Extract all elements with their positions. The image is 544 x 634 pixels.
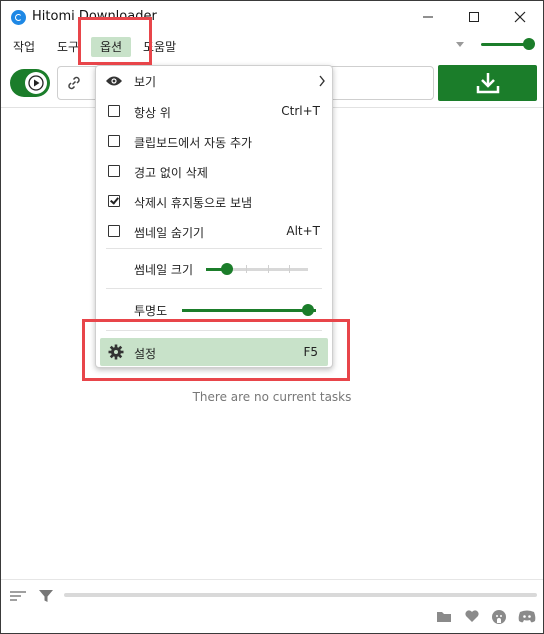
app-logo-icon xyxy=(11,10,26,25)
clipboard-auto-add-label: 클립보드에서 자동 추가 xyxy=(134,136,253,150)
view-label: 보기 xyxy=(134,75,157,89)
send-to-trash-label: 삭제시 휴지통으로 보냄 xyxy=(134,196,253,210)
slider-tick xyxy=(246,265,247,273)
close-button[interactable] xyxy=(497,1,543,33)
empty-tasks-message: There are no current tasks xyxy=(192,390,352,404)
menu-task[interactable]: 작업 xyxy=(13,37,35,57)
horizontal-scrollbar[interactable] xyxy=(64,593,537,597)
menu-tools[interactable]: 도구 xyxy=(57,37,79,57)
menu-divider xyxy=(106,288,322,289)
chevron-down-icon[interactable] xyxy=(456,42,464,47)
filter-icon[interactable] xyxy=(38,588,54,604)
maximize-button[interactable] xyxy=(451,1,497,33)
menu-item-delete-without-warning[interactable]: 경고 없이 삭제 xyxy=(96,157,332,187)
delete-without-warning-checkbox[interactable] xyxy=(108,165,120,177)
app-window: Hitomi Downloader 작업 도구 옵션 도움말 There are… xyxy=(0,0,544,634)
bottom-divider xyxy=(1,579,543,580)
sort-icon[interactable] xyxy=(9,589,27,603)
folder-icon[interactable] xyxy=(436,609,452,623)
download-button[interactable] xyxy=(438,65,537,101)
hide-thumbnail-shortcut: Alt+T xyxy=(286,224,320,238)
annotation-highlight-settings xyxy=(82,319,350,381)
eye-icon xyxy=(106,76,122,86)
menu-item-clipboard-auto-add[interactable]: 클립보드에서 자동 추가 xyxy=(96,127,332,157)
transparency-slider-thumb[interactable] xyxy=(302,304,314,316)
slider-tick xyxy=(268,265,269,273)
clipboard-auto-add-checkbox[interactable] xyxy=(108,135,120,147)
always-on-top-checkbox[interactable] xyxy=(108,105,120,117)
link-icon xyxy=(68,76,80,90)
maximize-icon xyxy=(469,12,479,22)
slider-tick xyxy=(289,265,290,273)
close-icon xyxy=(514,11,526,23)
delete-without-warning-label: 경고 없이 삭제 xyxy=(134,166,208,180)
menu-item-always-on-top[interactable]: 항상 위 Ctrl+T xyxy=(96,97,332,127)
menu-item-view[interactable]: 보기 xyxy=(96,66,332,96)
send-to-trash-checkbox[interactable] xyxy=(108,195,120,207)
transparency-label: 투명도 xyxy=(134,304,168,318)
discord-icon[interactable] xyxy=(518,609,536,623)
menu-item-send-to-trash[interactable]: 삭제시 휴지통으로 보냄 xyxy=(96,187,332,217)
chevron-right-icon xyxy=(319,75,325,87)
opacity-slider-thumb[interactable] xyxy=(523,38,535,50)
hide-thumbnail-checkbox[interactable] xyxy=(108,225,120,237)
always-on-top-label: 항상 위 xyxy=(134,106,171,120)
transparency-slider-track[interactable] xyxy=(182,309,316,312)
menu-item-hide-thumbnail[interactable]: 썸네일 숨기기 Alt+T xyxy=(96,217,332,247)
start-toggle[interactable] xyxy=(10,69,50,97)
thumbnail-size-slider-thumb[interactable] xyxy=(221,263,233,275)
download-icon xyxy=(476,73,499,94)
minimize-button[interactable] xyxy=(405,1,451,33)
hide-thumbnail-label: 썸네일 숨기기 xyxy=(134,226,205,240)
play-icon xyxy=(28,75,44,91)
toggle-knob xyxy=(25,72,47,94)
minimize-icon xyxy=(423,16,433,18)
github-icon[interactable] xyxy=(491,609,507,625)
menu-divider xyxy=(106,248,322,249)
heart-icon[interactable] xyxy=(464,609,480,623)
always-on-top-shortcut: Ctrl+T xyxy=(281,104,320,118)
annotation-highlight-options xyxy=(78,17,152,65)
thumbnail-size-label: 썸네일 크기 xyxy=(134,263,194,277)
